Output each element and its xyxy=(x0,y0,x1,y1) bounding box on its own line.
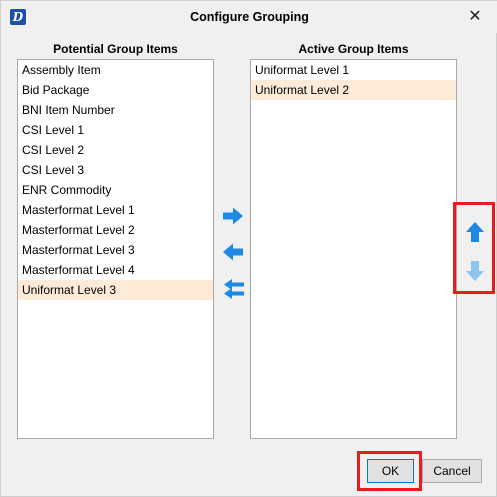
double-arrow-left-icon xyxy=(224,279,244,299)
potential-group-items-list[interactable]: Assembly Item Bid Package BNI Item Number C… xyxy=(17,59,214,439)
remove-all-from-active-button[interactable] xyxy=(220,277,246,301)
active-group-items-label: Active Group Items xyxy=(298,42,409,56)
list-item[interactable]: Masterformat Level 4 xyxy=(18,260,213,280)
list-item[interactable]: Uniformat Level 2 xyxy=(251,80,456,100)
list-item[interactable]: Uniformat Level 3 xyxy=(18,280,213,300)
list-item[interactable]: Assembly Item xyxy=(18,60,213,80)
arrow-left-icon xyxy=(223,243,243,261)
title-bar: D Configure Grouping ✕ xyxy=(1,1,497,33)
arrow-down-icon xyxy=(466,261,484,281)
list-item[interactable]: ENR Commodity xyxy=(18,180,213,200)
remove-from-active-button[interactable] xyxy=(220,240,246,264)
list-item[interactable]: CSI Level 2 xyxy=(18,140,213,160)
list-item[interactable]: CSI Level 3 xyxy=(18,160,213,180)
arrow-up-icon xyxy=(466,222,484,242)
arrow-right-icon xyxy=(223,207,243,225)
move-up-button[interactable] xyxy=(462,220,488,244)
active-group-items-list[interactable]: Uniformat Level 1 Uniformat Level 2 xyxy=(250,59,457,439)
close-icon[interactable]: ✕ xyxy=(465,7,485,27)
potential-group-items-label: Potential Group Items xyxy=(53,42,178,56)
cancel-button[interactable]: Cancel xyxy=(422,459,482,483)
list-item[interactable]: BNI Item Number xyxy=(18,100,213,120)
list-item[interactable]: Uniformat Level 1 xyxy=(251,60,456,80)
list-item[interactable]: Masterformat Level 1 xyxy=(18,200,213,220)
list-item[interactable]: Masterformat Level 3 xyxy=(18,240,213,260)
add-to-active-button[interactable] xyxy=(220,204,246,228)
ok-button[interactable]: OK xyxy=(367,459,414,483)
list-item[interactable]: CSI Level 1 xyxy=(18,120,213,140)
list-item[interactable]: Masterformat Level 2 xyxy=(18,220,213,240)
move-down-button[interactable] xyxy=(462,259,488,283)
list-item[interactable]: Bid Package xyxy=(18,80,213,100)
configure-grouping-dialog: D Configure Grouping ✕ Potential Group I… xyxy=(0,0,497,497)
dialog-title: Configure Grouping xyxy=(190,10,309,24)
